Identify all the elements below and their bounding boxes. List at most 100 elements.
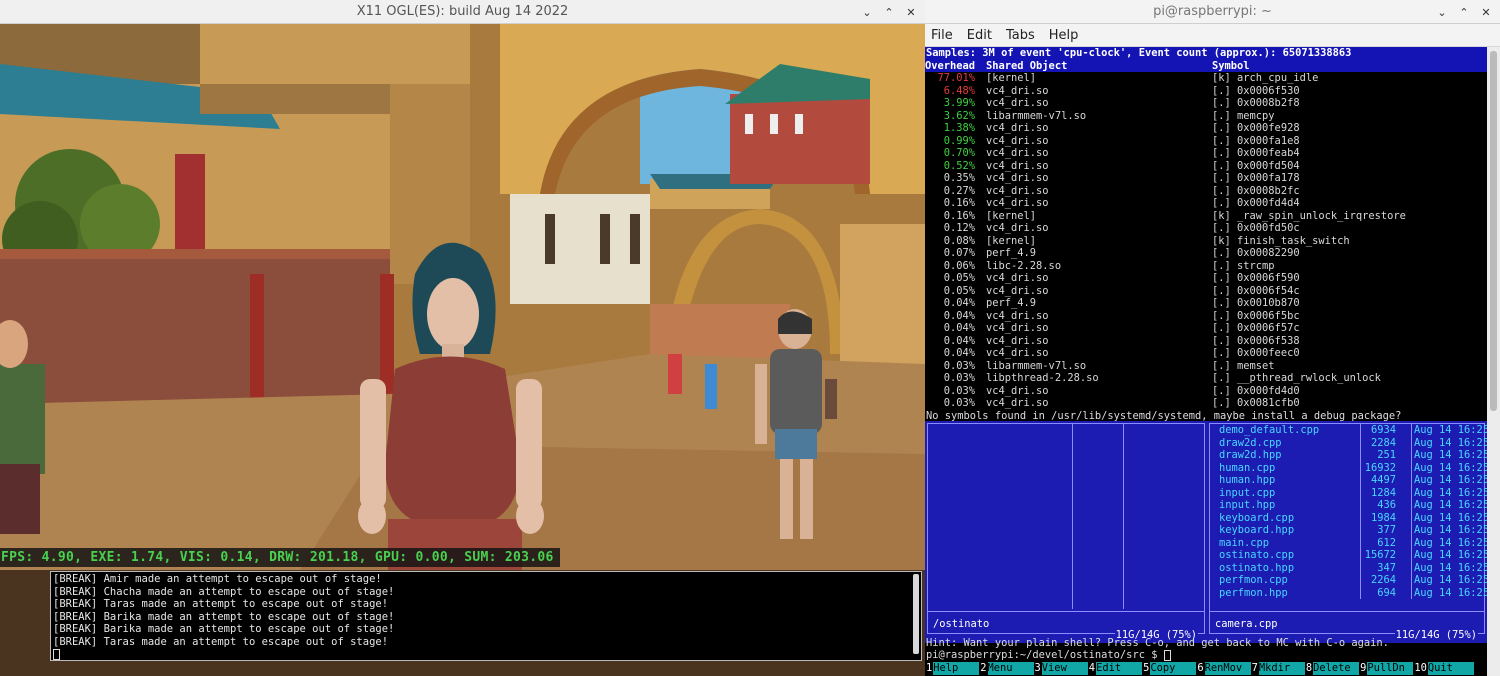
perf-row[interactable]: 0.27% vc4_dri.so [.] 0x0008b2fc: [925, 185, 1487, 198]
menu-help[interactable]: Help: [1049, 28, 1079, 43]
mc-file-row[interactable]: keyboard.hpp 377 Aug 14 16:25: [1210, 524, 1489, 537]
perf-row[interactable]: 0.03% libpthread-2.28.so [.] __pthread_rwl…: [925, 372, 1487, 385]
perf-row[interactable]: 77.01% [kernel] [k] arch_cpu_idle: [925, 72, 1487, 85]
perf-rows: 77.01% [kernel] [k] arch_cpu_idle 6.48% vc4_…: [925, 72, 1487, 410]
perf-row[interactable]: 0.16% [kernel] [k] _raw_spin_unlock_irqres…: [925, 210, 1487, 223]
mc-right-panel[interactable]: demo_default.cpp 6934 Aug 14 16:25 draw2d.c…: [1209, 423, 1489, 641]
mc-file-row[interactable]: draw2d.cpp 2284 Aug 14 16:25: [1210, 436, 1489, 449]
game-console[interactable]: [BREAK] Amir made an attempt to escape o…: [50, 571, 922, 661]
fkey-view[interactable]: 3 View: [1033, 662, 1088, 675]
perf-row[interactable]: 0.08% [kernel] [k] finish_task_switch: [925, 235, 1487, 248]
file-date: Aug 14 16:25: [1414, 524, 1490, 536]
perf-row[interactable]: 0.05% vc4_dri.so [.] 0x0006f590: [925, 272, 1487, 285]
mc-file-row[interactable]: main.cpp 612 Aug 14 16:25: [1210, 536, 1489, 549]
game-window-title: X11 OGL(ES): build Aug 14 2022: [356, 4, 569, 19]
perf-row[interactable]: 0.12% vc4_dri.so [.] 0x000fd50c: [925, 222, 1487, 235]
fkey-quit[interactable]: 10 Quit: [1413, 662, 1474, 675]
menu-tabs[interactable]: Tabs: [1006, 28, 1035, 43]
fkey-number: 1: [925, 662, 934, 675]
perf-row[interactable]: 0.07% perf_4.9 [.] 0x00082290: [925, 247, 1487, 260]
terminal-screen[interactable]: Samples: 3M of event 'cpu-clock', Event …: [925, 47, 1489, 676]
fkey-help[interactable]: 1 Help: [925, 662, 980, 675]
close-icon[interactable]: ✕: [903, 3, 919, 21]
terminal-scrollbar[interactable]: [1487, 47, 1500, 676]
mc-file-row[interactable]: perfmon.hpp 694 Aug 14 16:25: [1210, 586, 1489, 599]
perf-overhead: 0.04%: [943, 347, 975, 359]
minimize-icon[interactable]: ⌄: [859, 3, 875, 21]
mc-file-row[interactable]: perfmon.cpp 2264 Aug 14 16:25: [1210, 574, 1489, 587]
file-name: keyboard.cpp: [1219, 511, 1295, 524]
mc-left-panel[interactable]: /ostinato 11G/14G (75%): [927, 423, 1205, 641]
mc-right-path: camera.cpp: [1215, 617, 1278, 630]
perf-shared-object: vc4_dri.so: [986, 134, 1049, 147]
perf-row[interactable]: 3.99% vc4_dri.so [.] 0x0008b2f8: [925, 97, 1487, 110]
console-scrollbar[interactable]: [913, 574, 919, 654]
console-line: [BREAK] Amir made an attempt to escape o…: [53, 573, 382, 585]
perf-shared-object: vc4_dri.so: [986, 184, 1049, 197]
file-name: human.cpp: [1219, 461, 1276, 474]
perf-row[interactable]: 0.04% perf_4.9 [.] 0x0010b870: [925, 297, 1487, 310]
perf-row[interactable]: 0.03% vc4_dri.so [.] 0x000fd4d0: [925, 385, 1487, 398]
fkey-menu[interactable]: 2 Menu: [979, 662, 1034, 675]
mc-file-row[interactable]: ostinato.hpp 347 Aug 14 16:25: [1210, 561, 1489, 574]
menu-file[interactable]: File: [931, 28, 953, 43]
perf-row[interactable]: 0.03% vc4_dri.so [.] 0x0081cfb0: [925, 397, 1487, 410]
perf-row[interactable]: 0.03% libarmmem-v7l.so [.] memset: [925, 360, 1487, 373]
terminal-window-controls: ⌄ ⌃ ✕: [1434, 3, 1494, 21]
perf-row[interactable]: 1.38% vc4_dri.so [.] 0x000fe928: [925, 122, 1487, 135]
file-date: Aug 14 16:25: [1414, 436, 1490, 449]
file-date: Aug 14 16:25: [1414, 511, 1490, 524]
perf-row[interactable]: 6.48% vc4_dri.so [.] 0x0006f530: [925, 85, 1487, 98]
file-size: 251: [1377, 449, 1396, 461]
mc-file-row[interactable]: ostinato.cpp 15672 Aug 14 16:25: [1210, 549, 1489, 562]
perf-shared-object: vc4_dri.so: [986, 172, 1049, 184]
console-area: [BREAK] Amir made an attempt to escape o…: [0, 570, 925, 676]
perf-row[interactable]: 0.06% libc-2.28.so [.] strcmp: [925, 260, 1487, 273]
perf-row[interactable]: 0.52% vc4_dri.so [.] 0x000fd504: [925, 160, 1487, 173]
mc-file-row[interactable]: keyboard.cpp 1984 Aug 14 16:25: [1210, 511, 1489, 524]
fkey-pulldn[interactable]: 9 PullDn: [1359, 662, 1414, 675]
perf-row[interactable]: 0.04% vc4_dri.so [.] 0x0006f57c: [925, 322, 1487, 335]
perf-symbol: [.] 0x000fd4d4: [1212, 197, 1300, 209]
game-viewport[interactable]: [0, 24, 925, 570]
mc-file-row[interactable]: input.hpp 436 Aug 14 16:25: [1210, 499, 1489, 512]
perf-row[interactable]: 0.35% vc4_dri.so [.] 0x000fa178: [925, 172, 1487, 185]
fkey-label: Menu: [987, 662, 1034, 675]
perf-symbol: [.] __pthread_rwlock_unlock: [1212, 372, 1381, 384]
mc-hint: Hint: Want your plain shell? Press C-o, …: [926, 637, 1389, 649]
close-icon[interactable]: ✕: [1478, 3, 1494, 21]
maximize-icon[interactable]: ⌃: [881, 3, 897, 21]
mc-file-row[interactable]: human.hpp 4497 Aug 14 16:25: [1210, 474, 1489, 487]
perf-row[interactable]: 0.04% vc4_dri.so [.] 0x000feec0: [925, 347, 1487, 360]
perf-row[interactable]: 0.05% vc4_dri.so [.] 0x0006f54c: [925, 285, 1487, 298]
menu-edit[interactable]: Edit: [967, 28, 992, 43]
perf-shared-object: vc4_dri.so: [986, 159, 1049, 172]
fkey-copy[interactable]: 5 Copy: [1142, 662, 1197, 675]
file-name: main.cpp: [1219, 536, 1270, 549]
file-size: 4497: [1370, 474, 1396, 486]
minimize-icon[interactable]: ⌄: [1434, 3, 1450, 21]
mc-file-row[interactable]: input.cpp 1284 Aug 14 16:25: [1210, 486, 1489, 499]
perf-row[interactable]: 0.70% vc4_dri.so [.] 0x000feab4: [925, 147, 1487, 160]
perf-row[interactable]: 3.62% libarmmem-v7l.so [.] memcpy: [925, 110, 1487, 123]
game-titlebar[interactable]: X11 OGL(ES): build Aug 14 2022 ⌄ ⌃ ✕: [0, 0, 925, 24]
perf-row[interactable]: 0.04% vc4_dri.so [.] 0x0006f5bc: [925, 310, 1487, 323]
fkey-renmov[interactable]: 6 RenMov: [1196, 662, 1251, 675]
perf-row[interactable]: 0.04% vc4_dri.so [.] 0x0006f538: [925, 335, 1487, 348]
mc-column-divider: [1123, 424, 1124, 609]
fkey-delete[interactable]: 8 Delete: [1304, 662, 1360, 675]
mc-file-row[interactable]: human.cpp 16932 Aug 14 16:25: [1210, 461, 1489, 474]
shell-prompt[interactable]: pi@raspberrypi:~/devel/ostinato/src $: [926, 649, 1171, 662]
maximize-icon[interactable]: ⌃: [1456, 3, 1472, 21]
scrollbar-thumb[interactable]: [1490, 51, 1497, 411]
terminal-titlebar[interactable]: pi@raspberrypi: ~ ⌄ ⌃ ✕: [925, 0, 1500, 24]
mc-file-row[interactable]: draw2d.hpp 251 Aug 14 16:25: [1210, 449, 1489, 462]
console-input[interactable]: [53, 649, 919, 662]
file-name: demo_default.cpp: [1219, 424, 1320, 436]
fkey-mkdir[interactable]: 7 Mkdir: [1250, 662, 1305, 675]
perf-row[interactable]: 0.99% vc4_dri.so [.] 0x000fa1e8: [925, 135, 1487, 148]
perf-row[interactable]: 0.16% vc4_dri.so [.] 0x000fd4d4: [925, 197, 1487, 210]
text-cursor: [1163, 649, 1171, 661]
fkey-edit[interactable]: 4 Edit: [1087, 662, 1143, 675]
mc-file-row[interactable]: demo_default.cpp 6934 Aug 14 16:25: [1210, 424, 1489, 437]
